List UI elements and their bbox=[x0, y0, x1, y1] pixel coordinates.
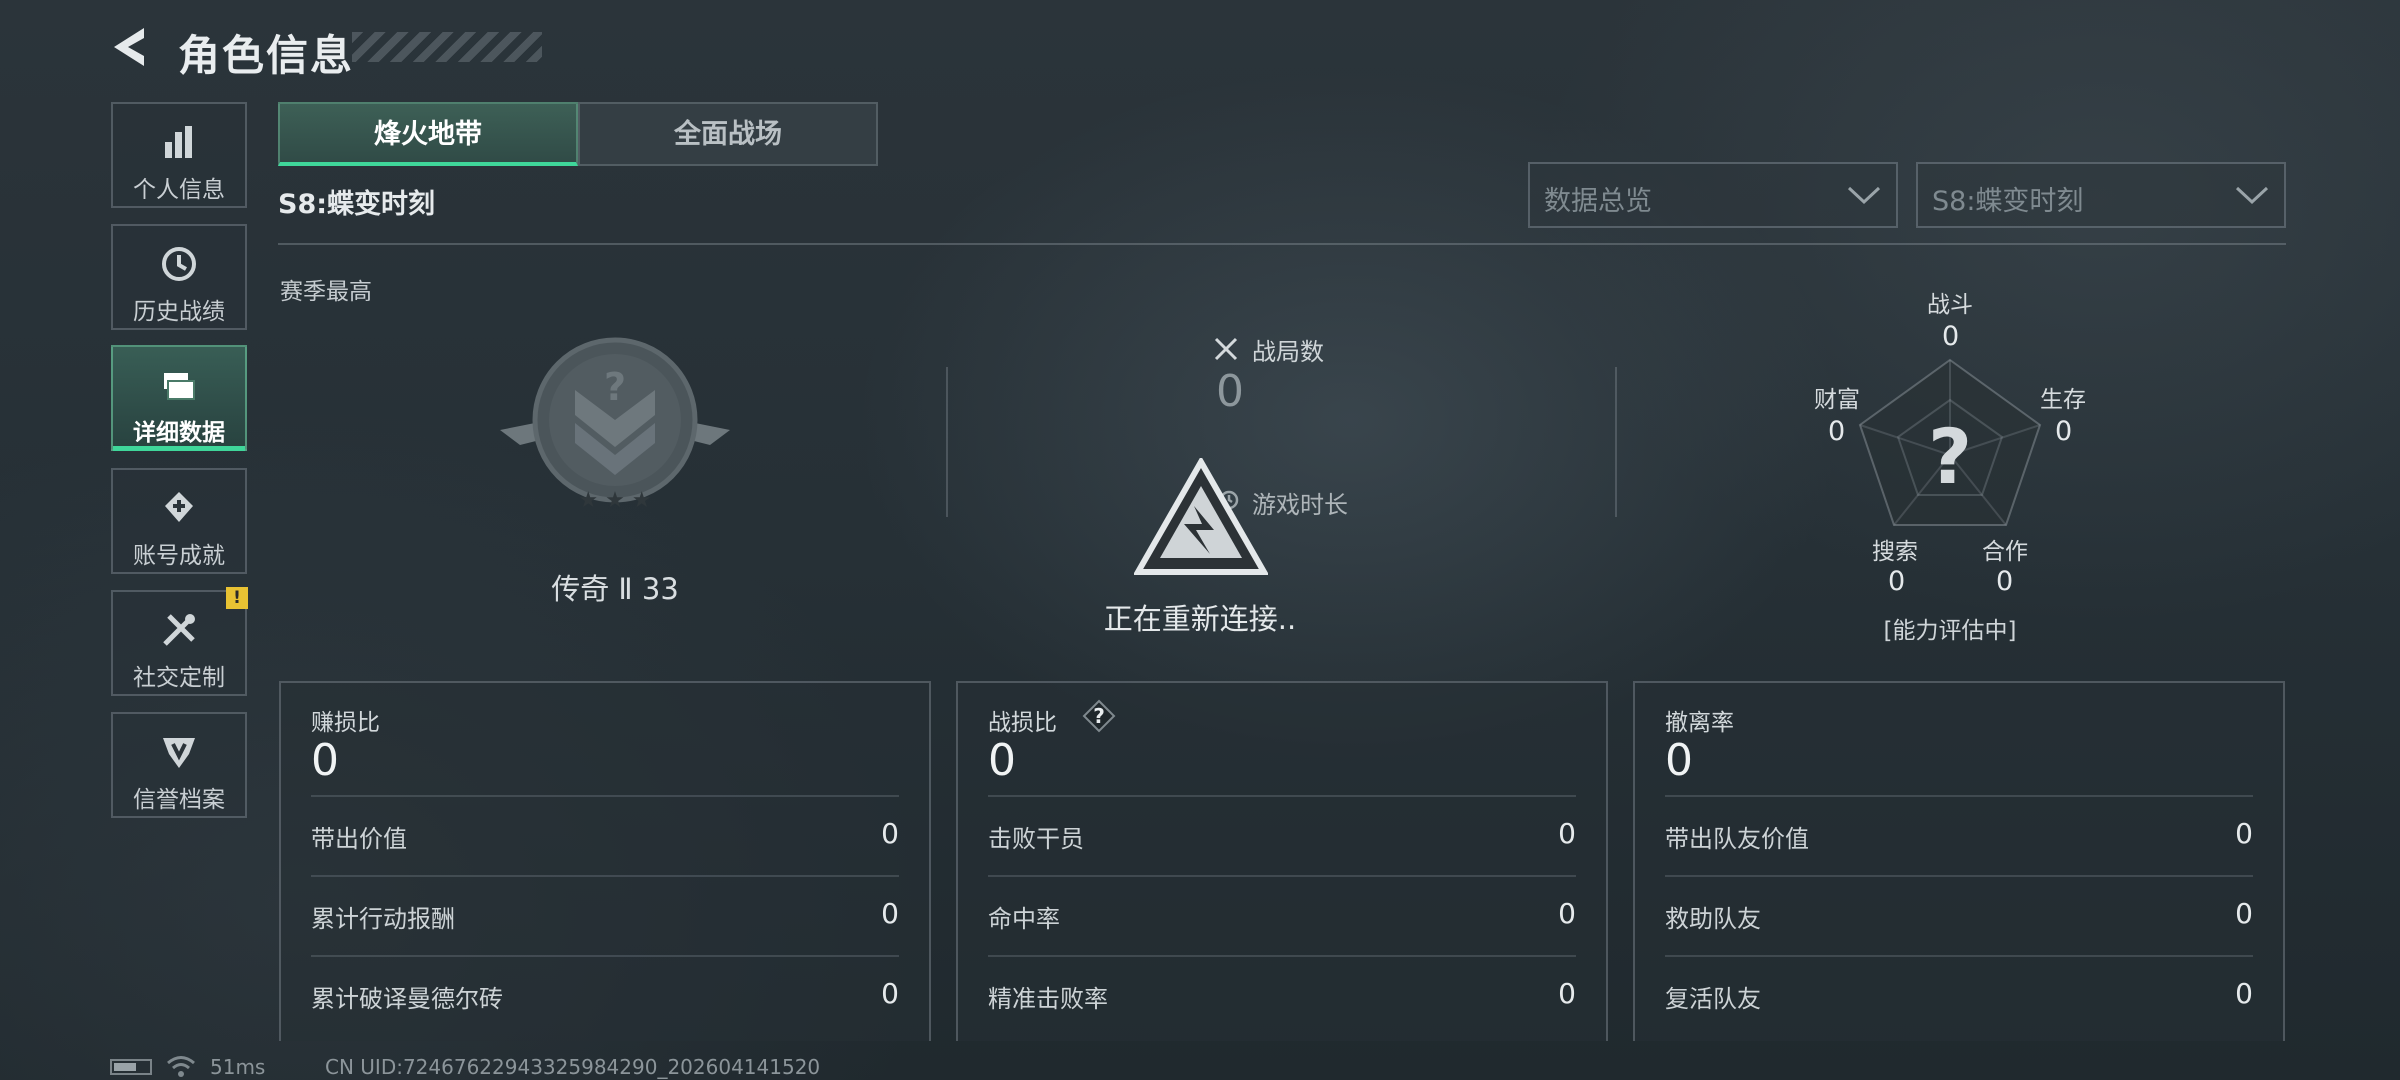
season-dropdown[interactable]: S8:蝶变时刻 bbox=[1916, 162, 2286, 228]
stat-row: 带出价值 0 bbox=[311, 795, 899, 877]
history-clock-icon bbox=[162, 247, 196, 281]
sidebar-item-credit-record[interactable]: 信誉档案 bbox=[111, 712, 247, 818]
stat-label: 精准击败率 bbox=[988, 985, 1108, 1013]
stat-value: 0 bbox=[1558, 817, 1576, 850]
battles-value: 0 bbox=[1216, 366, 1244, 417]
network-ping: 51ms bbox=[210, 1055, 266, 1079]
stat-row: 命中率 0 bbox=[988, 875, 1576, 957]
stat-value: 0 bbox=[2235, 897, 2253, 930]
radar-label-cooperation: 合作 bbox=[1982, 539, 2028, 565]
crossed-swords-icon bbox=[1214, 337, 1238, 361]
stat-label: 救助队友 bbox=[1665, 905, 1761, 933]
panel-title: 撤离率 bbox=[1665, 710, 1734, 736]
panel-value: 0 bbox=[1665, 735, 1693, 786]
radar-value-combat: 0 bbox=[1942, 321, 1960, 352]
sidebar-item-label: 详细数据 bbox=[133, 420, 225, 446]
wifi-icon bbox=[167, 1056, 195, 1077]
tab-full-battlefield[interactable]: 全面战场 bbox=[578, 102, 878, 166]
stat-row: 累计行动报酬 0 bbox=[311, 875, 899, 957]
dropdown-value: S8:蝶变时刻 bbox=[1932, 186, 2084, 217]
season-best-label: 赛季最高 bbox=[280, 279, 372, 305]
battery-icon bbox=[110, 1059, 152, 1075]
stat-value: 0 bbox=[2235, 817, 2253, 850]
season-title: S8:蝶变时刻 bbox=[278, 189, 436, 220]
help-icon[interactable]: ? bbox=[1082, 699, 1116, 733]
radar-label-combat: 战斗 bbox=[1927, 292, 1973, 318]
stat-label: 累计行动报酬 bbox=[311, 905, 455, 933]
radar-label-survival: 生存 bbox=[2040, 387, 2086, 413]
stat-label: 命中率 bbox=[988, 905, 1060, 933]
data-overview-dropdown[interactable]: 数据总览 bbox=[1528, 162, 1898, 228]
radar-center-symbol: ? bbox=[1928, 412, 1972, 501]
sidebar-item-label: 账号成就 bbox=[133, 543, 225, 569]
stat-panel-profit-loss: 赚损比 0 带出价值 0 累计行动报酬 0 累计破译曼德尔砖 0 bbox=[279, 681, 931, 1041]
sidebar-item-personal-info[interactable]: 个人信息 bbox=[111, 102, 247, 208]
svg-text:?: ? bbox=[604, 365, 626, 409]
reconnecting-logo-icon bbox=[1134, 458, 1268, 575]
radar-label-wealth: 财富 bbox=[1814, 387, 1860, 413]
panel-value: 0 bbox=[988, 735, 1016, 786]
sidebar-item-label: 个人信息 bbox=[133, 177, 225, 203]
chevron-down-icon bbox=[1847, 186, 1881, 205]
stat-label: 带出价值 bbox=[311, 825, 407, 853]
dropdown-value: 数据总览 bbox=[1544, 186, 1652, 217]
stat-value: 0 bbox=[881, 977, 899, 1010]
radar-value-wealth: 0 bbox=[1828, 416, 1846, 447]
player-uid: CN UID:72467622943325984290_202604141520 bbox=[325, 1055, 821, 1079]
stat-row: 带出队友价值 0 bbox=[1665, 795, 2253, 877]
achievement-icon bbox=[165, 492, 193, 522]
panel-title: 赚损比 bbox=[311, 710, 380, 736]
stat-panel-kd: 战损比 ? 0 击败干员 0 命中率 0 精准击败率 0 bbox=[956, 681, 1608, 1041]
ability-evaluating-note: [能力评估中] bbox=[1883, 618, 2017, 644]
ability-radar-chart: ? bbox=[1858, 358, 2042, 526]
stat-row: 累计破译曼德尔砖 0 bbox=[311, 955, 899, 1037]
panel-value: 0 bbox=[311, 735, 339, 786]
section-divider bbox=[946, 367, 948, 517]
sidebar-item-label: 历史战绩 bbox=[133, 299, 225, 325]
svg-text:★ ★ ★: ★ ★ ★ bbox=[578, 488, 651, 513]
tools-icon bbox=[163, 614, 195, 646]
rank-text: 传奇 Ⅱ 33 bbox=[551, 572, 679, 606]
panel-title: 战损比 bbox=[988, 710, 1057, 736]
radar-value-survival: 0 bbox=[2055, 416, 2073, 447]
reconnecting-status: 正在重新连接.. bbox=[1103, 602, 1297, 636]
sidebar-item-history[interactable]: 历史战绩 bbox=[111, 224, 247, 330]
battles-label: 战局数 bbox=[1252, 338, 1324, 366]
stat-row: 击败干员 0 bbox=[988, 795, 1576, 877]
sidebar-item-label: 社交定制 bbox=[133, 665, 225, 691]
header-divider bbox=[278, 243, 2286, 245]
stat-value: 0 bbox=[1558, 977, 1576, 1010]
sidebar-item-achievements[interactable]: 账号成就 bbox=[111, 468, 247, 574]
sidebar-item-label: 信誉档案 bbox=[133, 787, 225, 813]
notification-badge: ! bbox=[226, 587, 248, 609]
folder-icon bbox=[164, 373, 195, 400]
stat-value: 0 bbox=[881, 897, 899, 930]
stat-value: 0 bbox=[2235, 977, 2253, 1010]
section-divider bbox=[1615, 367, 1617, 517]
chevron-down-icon bbox=[2235, 186, 2269, 205]
stat-label: 击败干员 bbox=[988, 825, 1084, 853]
radar-label-search: 搜索 bbox=[1872, 539, 1918, 565]
radar-value-search: 0 bbox=[1888, 566, 1906, 597]
stat-value: 0 bbox=[881, 817, 899, 850]
stat-panel-extraction: 撤离率 0 带出队友价值 0 救助队友 0 复活队友 0 bbox=[1633, 681, 2285, 1041]
stat-label: 带出队友价值 bbox=[1665, 825, 1809, 853]
rank-emblem-icon: ? ★ ★ ★ bbox=[500, 337, 730, 513]
stat-row: 精准击败率 0 bbox=[988, 955, 1576, 1037]
back-arrow-icon[interactable] bbox=[108, 24, 154, 70]
sidebar-item-detailed-data[interactable]: 详细数据 bbox=[111, 345, 247, 451]
bar-chart-icon bbox=[165, 126, 192, 158]
stat-label: 累计破译曼德尔砖 bbox=[311, 985, 503, 1013]
page-title: 角色信息 bbox=[178, 31, 355, 80]
radar-value-cooperation: 0 bbox=[1996, 566, 2014, 597]
stat-row: 复活队友 0 bbox=[1665, 955, 2253, 1037]
credit-shield-icon bbox=[163, 738, 195, 768]
tab-fire-zone[interactable]: 烽火地带 bbox=[278, 102, 578, 166]
title-decoration bbox=[352, 32, 542, 62]
svg-text:?: ? bbox=[1093, 704, 1105, 728]
stat-value: 0 bbox=[1558, 897, 1576, 930]
stat-label: 复活队友 bbox=[1665, 985, 1761, 1013]
stat-row: 救助队友 0 bbox=[1665, 875, 2253, 957]
